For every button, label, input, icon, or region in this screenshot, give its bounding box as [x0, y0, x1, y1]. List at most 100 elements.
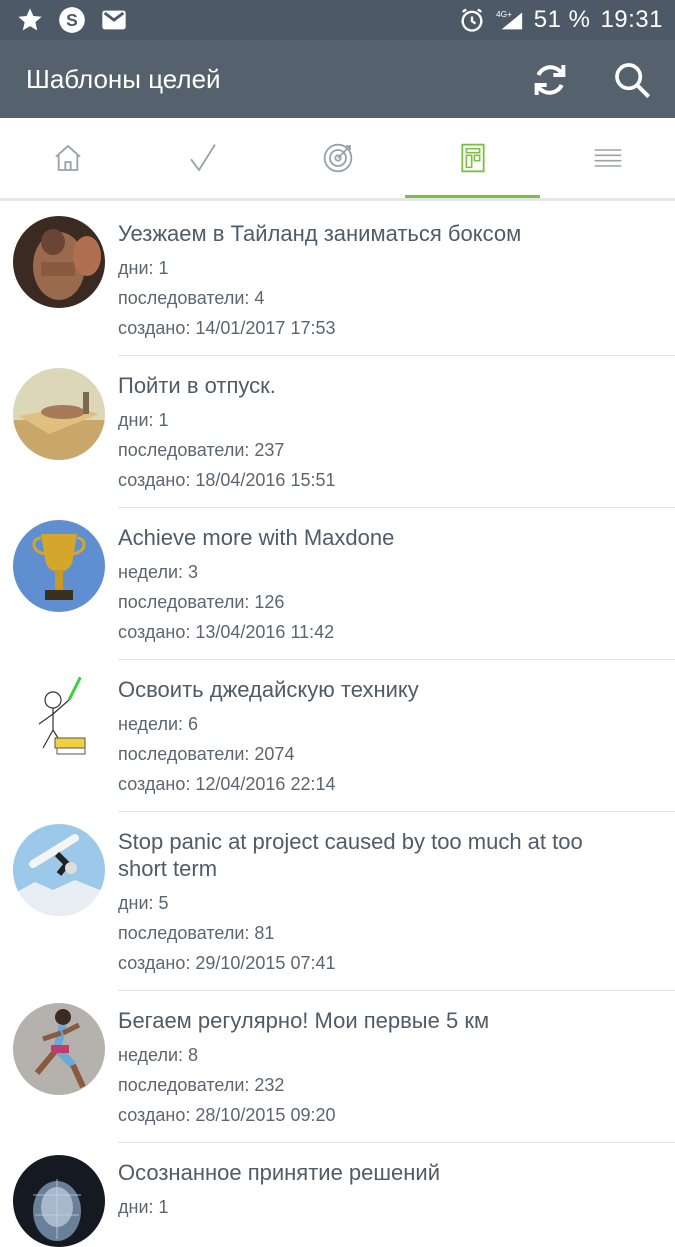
avatar [13, 216, 105, 308]
star-icon [18, 8, 42, 31]
duration-label: недели: [118, 714, 184, 734]
followers-value: 237 [254, 440, 285, 460]
followers-value: 2074 [254, 744, 295, 764]
page-title: Шаблоны целей [26, 64, 221, 94]
template-list: Уезжаем в Тайланд заниматься боксом дни:… [0, 204, 675, 1247]
followers-value: 232 [254, 1075, 285, 1095]
duration-value: 1 [158, 258, 169, 278]
avatar [13, 1003, 105, 1095]
item-followers: последователи: 4 [118, 283, 675, 313]
tab-templates[interactable] [405, 118, 540, 198]
gmail-icon [102, 10, 126, 30]
created-value: 13/04/2016 11:42 [195, 622, 335, 642]
signal-icon: 4G+ [496, 9, 522, 30]
created-value: 14/01/2017 17:53 [195, 318, 336, 338]
followers-label: последователи: [118, 288, 250, 308]
avatar [13, 368, 105, 460]
search-icon[interactable] [612, 60, 652, 100]
list-item[interactable]: Освоить джедайскую технику недели: 6 пос… [0, 660, 675, 812]
target-icon [323, 143, 352, 173]
created-label: создано: [118, 470, 191, 490]
duration-label: недели: [118, 1045, 184, 1065]
template-icon [460, 143, 485, 173]
status-bar: S 4G+ 51 % 19:31 [0, 0, 675, 40]
created-label: создано: [118, 1105, 191, 1125]
list-item[interactable]: Осознанное принятие решений дни: 1 [0, 1143, 675, 1247]
list-item[interactable]: Бегаем регулярно! Мои первые 5 км недели… [0, 991, 675, 1143]
item-followers: последователи: 81 [118, 918, 675, 948]
item-followers: последователи: 126 [118, 587, 675, 617]
tab-home[interactable] [0, 118, 135, 198]
followers-label: последователи: [118, 592, 250, 612]
created-label: создано: [118, 953, 191, 973]
duration-value: 1 [158, 410, 169, 430]
created-value: 28/10/2015 09:20 [195, 1105, 336, 1125]
followers-label: последователи: [118, 440, 250, 460]
created-value: 18/04/2016 15:51 [195, 470, 336, 490]
item-created: создано: 28/10/2015 09:20 [118, 1100, 675, 1130]
followers-label: последователи: [118, 744, 250, 764]
list-item[interactable]: Уезжаем в Тайланд заниматься боксом дни:… [0, 204, 675, 356]
item-followers: последователи: 2074 [118, 739, 675, 769]
item-title: Пойти в отпуск. [118, 373, 276, 398]
followers-value: 4 [254, 288, 265, 308]
item-followers: последователи: 232 [118, 1070, 675, 1100]
item-created: создано: 18/04/2016 15:51 [118, 465, 675, 495]
item-title: Achieve more with Maxdone [118, 525, 395, 550]
created-label: создано: [118, 622, 191, 642]
item-duration: недели: 8 [118, 1040, 675, 1070]
item-title: Осознанное принятие решений [118, 1160, 440, 1185]
item-followers: последователи: 237 [118, 435, 675, 465]
duration-value: 8 [188, 1045, 199, 1065]
avatar [13, 1155, 105, 1247]
item-duration: дни: 1 [118, 253, 675, 283]
avatar [13, 520, 105, 612]
item-title: Stop panic at project caused by too much… [118, 829, 583, 881]
tab-bar [0, 118, 675, 201]
item-duration: дни: 1 [118, 405, 675, 435]
duration-label: дни: [118, 1197, 154, 1217]
followers-value: 126 [254, 592, 285, 612]
menu-icon [594, 149, 621, 167]
avatar [13, 672, 105, 764]
duration-value: 1 [158, 1197, 169, 1217]
duration-value: 5 [158, 893, 169, 913]
item-duration: недели: 6 [118, 709, 675, 739]
followers-value: 81 [254, 923, 275, 943]
item-title: Уезжаем в Тайланд заниматься боксом [118, 221, 522, 246]
home-icon [54, 144, 81, 171]
clock-text: 19:31 [600, 6, 663, 33]
duration-label: дни: [118, 893, 154, 913]
alarm-icon [461, 8, 483, 32]
avatar [13, 824, 105, 916]
duration-value: 3 [188, 562, 199, 582]
duration-label: дни: [118, 410, 154, 430]
tab-tasks[interactable] [135, 118, 270, 198]
item-title: Освоить джедайскую технику [118, 677, 419, 702]
battery-text: 51 % [533, 6, 591, 33]
list-item[interactable]: Stop panic at project caused by too much… [0, 812, 675, 991]
item-duration: дни: 1 [118, 1192, 675, 1222]
tab-menu[interactable] [540, 118, 675, 198]
tab-goals[interactable] [270, 118, 405, 198]
followers-label: последователи: [118, 1075, 250, 1095]
duration-value: 6 [188, 714, 199, 734]
created-value: 29/10/2015 07:41 [195, 953, 336, 973]
followers-label: последователи: [118, 923, 250, 943]
item-created: создано: 29/10/2015 07:41 [118, 948, 675, 978]
list-item[interactable]: Achieve more with Maxdone недели: 3 посл… [0, 508, 675, 660]
created-value: 12/04/2016 22:14 [195, 774, 336, 794]
item-title: Бегаем регулярно! Мои первые 5 км [118, 1008, 490, 1033]
duration-label: дни: [118, 258, 154, 278]
item-duration: недели: 3 [118, 557, 675, 587]
item-created: создано: 12/04/2016 22:14 [118, 769, 675, 799]
svg-text:4G+: 4G+ [496, 9, 512, 19]
duration-label: недели: [118, 562, 184, 582]
skype-icon: S [59, 7, 85, 33]
list-item[interactable]: Пойти в отпуск. дни: 1 последователи: 23… [0, 356, 675, 508]
created-label: создано: [118, 774, 191, 794]
item-duration: дни: 5 [118, 888, 675, 918]
check-icon [189, 144, 216, 172]
refresh-icon[interactable] [530, 60, 570, 100]
item-created: создано: 14/01/2017 17:53 [118, 313, 675, 343]
